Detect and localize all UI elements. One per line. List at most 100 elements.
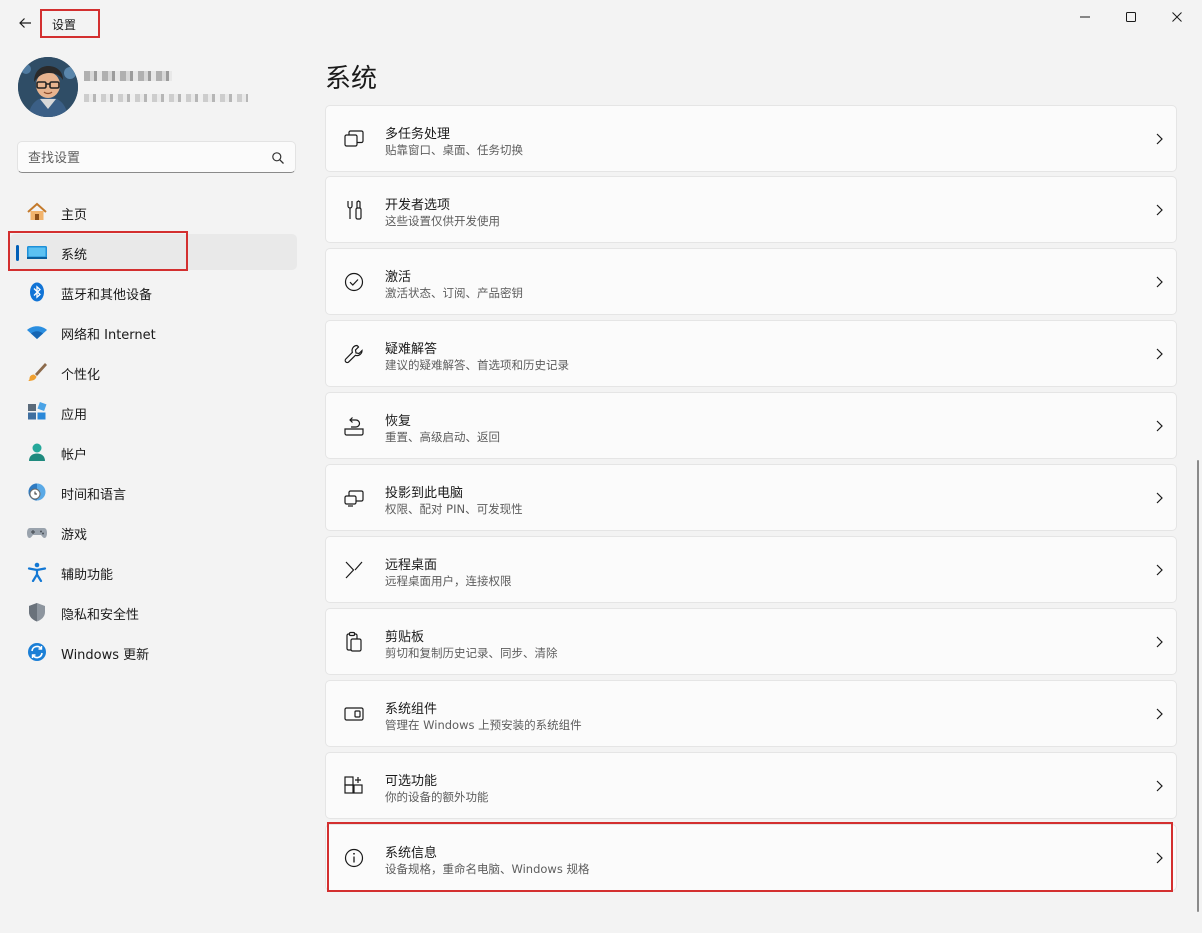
back-arrow-icon [19, 18, 31, 28]
card-title: 投影到此电脑 [385, 486, 464, 501]
project-to-pc-icon [344, 490, 364, 507]
card-subtitle: 管理在 Windows 上预安装的系统组件 [385, 718, 582, 732]
card-system-components[interactable]: 系统组件 管理在 Windows 上预安装的系统组件 [325, 680, 1177, 747]
sidebar-item-personalization[interactable]: 个性化 [10, 354, 297, 390]
card-multitasking[interactable]: 多任务处理 贴靠窗口、桌面、任务切换 [325, 105, 1177, 172]
minimize-button[interactable] [1062, 0, 1108, 34]
maximize-button[interactable] [1108, 0, 1154, 34]
chevron-right-icon [1156, 708, 1163, 720]
developer-tools-icon [347, 200, 362, 220]
user-email-blurred [84, 94, 248, 102]
sidebar-item-label: 应用 [61, 408, 88, 423]
card-title: 恢复 [385, 414, 412, 429]
optional-features-icon [344, 776, 363, 794]
home-icon [27, 202, 47, 220]
card-subtitle: 剪切和复制历史记录、同步、清除 [385, 646, 558, 660]
chevron-right-icon [1156, 133, 1163, 145]
card-optional-features[interactable]: 可选功能 你的设备的额外功能 [325, 752, 1177, 819]
sidebar-item-label: 隐私和安全性 [61, 608, 140, 623]
shield-icon [29, 603, 45, 622]
close-button[interactable] [1154, 0, 1200, 34]
card-title: 激活 [385, 270, 412, 285]
sidebar-item-label: 主页 [61, 208, 88, 223]
settings-list: 多任务处理 贴靠窗口、桌面、任务切换 开发者选项 这些设置仅供开发使用 激活 激… [325, 105, 1177, 933]
sidebar-item-label: 网络和 Internet [61, 328, 156, 343]
clipboard-icon [346, 631, 362, 652]
sidebar-item-label: 时间和语言 [61, 488, 127, 503]
sidebar-item-label: Windows 更新 [61, 648, 150, 663]
card-title: 远程桌面 [385, 558, 438, 573]
search-box[interactable] [17, 141, 296, 173]
card-title: 疑难解答 [385, 342, 438, 357]
remote-desktop-icon [345, 561, 363, 579]
card-title: 系统组件 [385, 702, 438, 717]
sidebar-item-accessibility[interactable]: 辅助功能 [10, 554, 297, 590]
account-icon [29, 443, 45, 461]
chevron-right-icon [1156, 780, 1163, 792]
card-troubleshoot[interactable]: 疑难解答 建议的疑难解答、首选项和历史记录 [325, 320, 1177, 387]
sidebar-item-windows-update[interactable]: Windows 更新 [10, 634, 297, 670]
recovery-icon [344, 417, 364, 436]
accessibility-icon [27, 562, 47, 582]
system-components-icon [344, 707, 364, 721]
chevron-right-icon [1156, 348, 1163, 360]
card-subtitle: 重置、高级启动、返回 [385, 430, 500, 444]
card-title: 剪贴板 [385, 630, 425, 645]
card-project-to-pc[interactable]: 投影到此电脑 权限、配对 PIN、可发现性 [325, 464, 1177, 531]
sidebar-item-label: 蓝牙和其他设备 [61, 288, 153, 303]
chevron-right-icon [1156, 420, 1163, 432]
card-activation[interactable]: 激活 激活状态、订阅、产品密钥 [325, 248, 1177, 315]
chevron-right-icon [1156, 564, 1163, 576]
highlight-app-title [40, 9, 100, 38]
sidebar-item-bluetooth[interactable]: 蓝牙和其他设备 [10, 274, 297, 310]
card-subtitle: 这些设置仅供开发使用 [385, 214, 500, 228]
sidebar-item-network[interactable]: 网络和 Internet [10, 314, 297, 350]
sidebar-item-home[interactable]: 主页 [10, 194, 297, 230]
card-title: 开发者选项 [385, 198, 451, 213]
card-subtitle: 你的设备的额外功能 [385, 790, 489, 804]
card-title: 多任务处理 [385, 127, 451, 142]
user-name-blurred [84, 71, 172, 81]
card-recovery[interactable]: 恢复 重置、高级启动、返回 [325, 392, 1177, 459]
card-subtitle: 权限、配对 PIN、可发现性 [385, 502, 523, 516]
card-subtitle: 贴靠窗口、桌面、任务切换 [385, 143, 523, 157]
sidebar-item-privacy[interactable]: 隐私和安全性 [10, 594, 297, 630]
user-profile[interactable] [18, 57, 298, 117]
card-clipboard[interactable]: 剪贴板 剪切和复制历史记录、同步、清除 [325, 608, 1177, 675]
search-icon[interactable] [271, 151, 285, 165]
activation-check-icon [344, 272, 364, 292]
windows-update-icon [28, 643, 46, 661]
sidebar-item-time-language[interactable]: 时间和语言 [10, 474, 297, 510]
title-bar: 设置 [0, 0, 1202, 44]
chevron-right-icon [1156, 276, 1163, 288]
wrench-icon [344, 344, 363, 364]
card-remote-desktop[interactable]: 远程桌面 远程桌面用户，连接权限 [325, 536, 1177, 603]
multitasking-icon [344, 130, 364, 147]
highlight-sidebar-system [8, 231, 188, 271]
sidebar-item-accounts[interactable]: 帐户 [10, 434, 297, 470]
minimize-icon [1080, 16, 1090, 18]
close-icon [1172, 12, 1182, 22]
chevron-right-icon [1156, 636, 1163, 648]
scrollbar[interactable] [1197, 460, 1199, 912]
page-title: 系统 [325, 64, 378, 94]
card-title: 可选功能 [385, 774, 438, 789]
chevron-right-icon [1156, 204, 1163, 216]
wifi-icon [27, 326, 47, 339]
back-button[interactable] [12, 10, 38, 36]
paintbrush-icon [28, 363, 47, 381]
apps-icon [28, 402, 47, 420]
gamepad-icon [27, 528, 47, 538]
clock-globe-icon [28, 483, 46, 501]
card-subtitle: 激活状态、订阅、产品密钥 [385, 286, 523, 300]
highlight-system-info [327, 822, 1173, 892]
sidebar-item-apps[interactable]: 应用 [10, 394, 297, 430]
sidebar-item-label: 游戏 [61, 528, 88, 543]
card-developer-options[interactable]: 开发者选项 这些设置仅供开发使用 [325, 176, 1177, 243]
bluetooth-icon [30, 282, 44, 302]
search-input[interactable] [28, 149, 258, 167]
sidebar-item-label: 个性化 [61, 368, 101, 383]
sidebar-item-label: 辅助功能 [61, 568, 114, 583]
sidebar-item-gaming[interactable]: 游戏 [10, 514, 297, 550]
avatar [18, 57, 78, 117]
